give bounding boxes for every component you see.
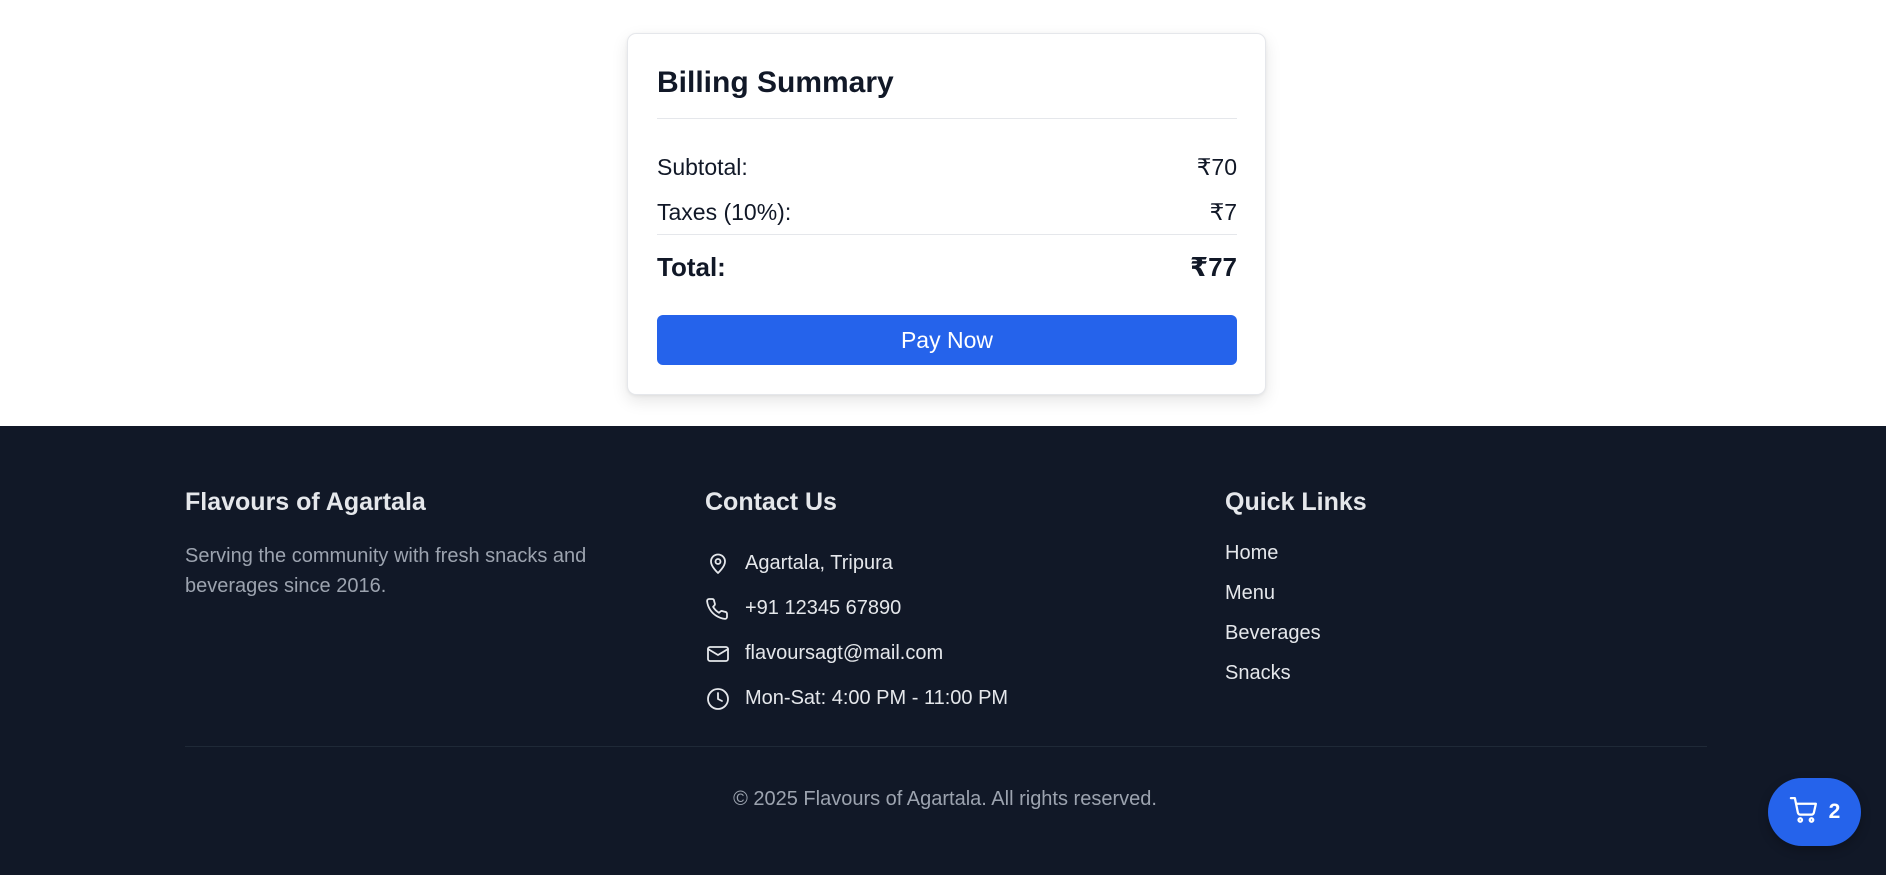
footer-link-beverages[interactable]: Beverages xyxy=(1225,621,1525,661)
billing-summary-card: Billing Summary Subtotal: ₹70 Taxes (10%… xyxy=(627,33,1266,395)
site-footer: Flavours of Agartala Serving the communi… xyxy=(0,426,1886,875)
phone-icon xyxy=(705,596,731,622)
footer-brand-heading: Flavours of Agartala xyxy=(185,488,426,516)
subtotal-label: Subtotal: xyxy=(657,154,748,180)
contact-hours: Mon-Sat: 4:00 PM - 11:00 PM xyxy=(705,676,1125,721)
total-row: Total: ₹77 xyxy=(657,252,1237,283)
contact-heading: Contact Us xyxy=(705,488,837,516)
footer-about-text: Serving the community with fresh snacks … xyxy=(185,545,587,597)
contact-phone: +91 12345 67890 xyxy=(705,586,1125,631)
contact-address: Agartala, Tripura xyxy=(705,541,1125,586)
footer-about: Flavours of Agartala Serving the communi… xyxy=(185,488,645,601)
floating-cart-button[interactable]: 2 xyxy=(1768,778,1861,846)
footer-contact: Contact Us Agartala, Tripura +91 12345 6… xyxy=(705,488,1125,721)
footer-link-home[interactable]: Home xyxy=(1225,541,1525,581)
divider xyxy=(657,234,1237,235)
pay-now-button[interactable]: Pay Now xyxy=(657,315,1237,365)
contact-hours-text: Mon-Sat: 4:00 PM - 11:00 PM xyxy=(745,687,1009,709)
cart-count-badge: 2 xyxy=(1828,800,1841,823)
copyright-text: © 2025 Flavours of Agartala. All rights … xyxy=(733,788,1157,810)
contact-email: flavoursagt@mail.com xyxy=(705,631,1125,676)
map-pin-icon xyxy=(705,551,731,577)
subtotal-value: ₹70 xyxy=(1196,154,1237,180)
contact-email-text: flavoursagt@mail.com xyxy=(745,642,944,664)
clock-icon xyxy=(705,686,731,712)
cart-icon xyxy=(1789,795,1819,830)
divider xyxy=(657,118,1237,119)
main-content: Billing Summary Subtotal: ₹70 Taxes (10%… xyxy=(0,0,1886,426)
taxes-value: ₹7 xyxy=(1209,199,1237,225)
total-value: ₹77 xyxy=(1189,252,1237,282)
mail-icon xyxy=(705,641,731,667)
footer-quick-links: Quick Links Home Menu Beverages Snacks xyxy=(1225,488,1525,701)
footer-link-snacks[interactable]: Snacks xyxy=(1225,661,1525,701)
taxes-row: Taxes (10%): ₹7 xyxy=(657,199,1237,226)
contact-phone-text: +91 12345 67890 xyxy=(745,597,902,619)
taxes-label: Taxes (10%): xyxy=(657,199,792,225)
quick-links-heading: Quick Links xyxy=(1225,488,1367,516)
footer-link-menu[interactable]: Menu xyxy=(1225,581,1525,621)
subtotal-row: Subtotal: ₹70 xyxy=(657,154,1237,181)
contact-address-text: Agartala, Tripura xyxy=(745,552,893,574)
footer-divider xyxy=(185,746,1707,747)
total-label: Total: xyxy=(657,252,726,282)
billing-summary-title: Billing Summary xyxy=(657,66,894,99)
